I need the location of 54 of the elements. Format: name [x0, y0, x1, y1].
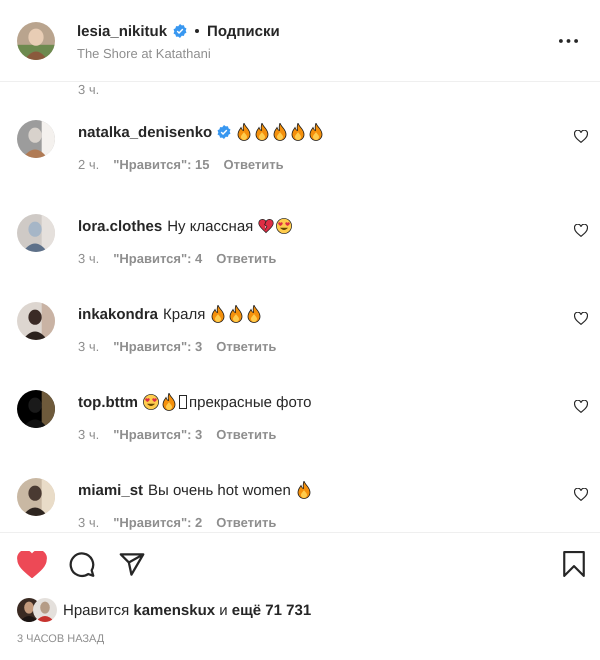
fire-icon	[246, 305, 262, 323]
fire-icon	[236, 123, 252, 141]
follow-link[interactable]: Подписки	[207, 22, 280, 40]
like-count[interactable]: "Нравится": 3	[113, 339, 202, 354]
like-icon[interactable]	[574, 130, 588, 143]
comment-username[interactable]: natalka_denisenko	[78, 124, 212, 140]
reply-link[interactable]: Ответить	[216, 339, 276, 354]
share-icon[interactable]	[117, 550, 147, 578]
reply-link[interactable]: Ответить	[216, 515, 276, 530]
reply-link[interactable]: Ответить	[216, 251, 276, 266]
location-link[interactable]: The Shore at Katathani	[77, 46, 559, 60]
fire-icon	[290, 123, 306, 141]
fire-icon	[272, 123, 288, 141]
fire-icon	[160, 393, 177, 411]
comment-text: Ну классная	[167, 218, 254, 234]
comment-text: Вы очень hot women	[148, 482, 291, 498]
reply-link[interactable]: Ответить	[224, 157, 284, 172]
comment-username[interactable]: lora.clothes	[78, 218, 162, 234]
comment-text: прекрасные фото	[188, 394, 312, 410]
username[interactable]: lesia_nikituk	[77, 22, 168, 40]
fire-icon	[308, 123, 324, 141]
post-time: 3 ЧАСОВ НАЗАД	[17, 633, 106, 645]
like-icon[interactable]	[574, 224, 588, 237]
more-icon[interactable]	[559, 38, 578, 42]
like-count[interactable]: "Нравится": 15	[113, 157, 210, 172]
comment-text: Краля	[163, 306, 206, 322]
fire-icon	[254, 123, 270, 141]
heart-eyes-smiley-icon	[142, 393, 159, 411]
fire-icon	[228, 305, 244, 323]
like-icon[interactable]	[574, 312, 588, 325]
likes-summary: Нравится kamenskux и ещё 71 731	[63, 602, 312, 618]
separator-dot	[195, 29, 200, 33]
comment-time: 3 ч.	[78, 515, 100, 530]
comment-username[interactable]: inkakondra	[78, 306, 158, 322]
like-icon[interactable]	[574, 488, 588, 501]
comment-time: 3 ч.	[78, 427, 100, 442]
reply-link[interactable]: Ответить	[216, 427, 276, 442]
comment-icon[interactable]	[67, 550, 97, 578]
heart-eyes-smiley-icon	[276, 217, 292, 235]
comment-username[interactable]: miami_st	[78, 482, 144, 498]
like-count[interactable]: "Нравится": 3	[113, 427, 202, 442]
comment-time: 3 ч.	[78, 339, 100, 354]
comment-time: 3 ч.	[78, 82, 100, 97]
fire-icon	[296, 481, 312, 499]
comment-time: 2 ч.	[78, 157, 100, 172]
like-count[interactable]: "Нравится": 4	[113, 251, 202, 266]
comment-time: 3 ч.	[78, 251, 100, 266]
bookmark-icon[interactable]	[563, 551, 585, 577]
like-icon[interactable]	[574, 400, 588, 413]
missing-glyph-icon	[178, 395, 187, 409]
fire-icon	[210, 305, 226, 323]
like-count[interactable]: "Нравится": 2	[113, 515, 202, 530]
broken-heart-icon	[258, 217, 274, 235]
comment-username[interactable]: top.bttm	[78, 394, 138, 410]
